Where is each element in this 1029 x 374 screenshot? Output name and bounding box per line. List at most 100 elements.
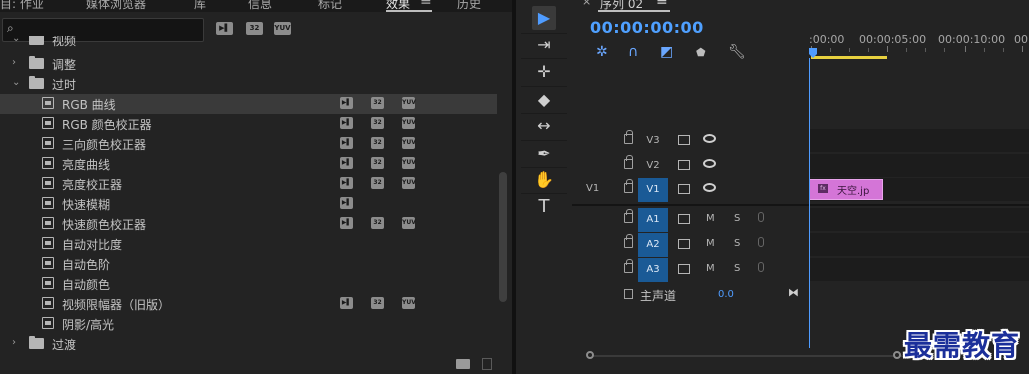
chevron-right-icon[interactable]: ›: [12, 337, 16, 348]
mute-button[interactable]: M: [706, 263, 715, 274]
mute-button[interactable]: M: [706, 238, 715, 249]
tree-folder-obsolete[interactable]: ⌄ 过时: [0, 74, 497, 94]
effect-item[interactable]: 自动颜色: [0, 274, 497, 294]
lock-icon[interactable]: [624, 234, 633, 248]
tree-folder-video[interactable]: ⌄ 视频: [0, 36, 497, 50]
chevron-down-icon[interactable]: ⌄: [12, 36, 20, 44]
effect-item[interactable]: 视频限幅器（旧版） ▶▌ 32 YUV: [0, 294, 497, 314]
tab-info[interactable]: 信息: [248, 0, 272, 12]
track-target-v1[interactable]: V1: [638, 178, 668, 202]
microphone-icon[interactable]: [758, 262, 764, 272]
go-to-end-icon[interactable]: ⧓: [788, 286, 799, 299]
effect-item[interactable]: 三向颜色校正器 ▶▌ 32 YUV: [0, 134, 497, 154]
nest-sequence-icon[interactable]: ✲: [596, 44, 608, 60]
snap-magnet-icon[interactable]: ∩: [628, 44, 638, 60]
tab-media-browser[interactable]: 媒体浏览器: [86, 0, 146, 12]
sync-lock-icon[interactable]: [678, 214, 690, 224]
lock-icon[interactable]: [624, 259, 633, 273]
microphone-icon[interactable]: [758, 212, 764, 222]
master-volume-value[interactable]: 0.0: [718, 289, 734, 300]
sync-lock-icon[interactable]: [678, 184, 690, 194]
solo-button[interactable]: S: [734, 238, 740, 249]
hamburger-icon[interactable]: ≡: [420, 0, 432, 9]
mute-button[interactable]: M: [706, 213, 715, 224]
tool-divider: [521, 58, 567, 59]
accelerated-effects-filter-icon[interactable]: ▶▌: [216, 22, 233, 35]
timecode-display[interactable]: 00:00:00:00: [590, 18, 704, 37]
timeline-zoom-scrollbar[interactable]: [590, 355, 902, 357]
effect-item[interactable]: RGB 颜色校正器 ▶▌ 32 YUV: [0, 114, 497, 134]
lock-icon[interactable]: [624, 289, 633, 299]
sync-lock-icon[interactable]: [678, 160, 690, 170]
tab-libraries[interactable]: 库: [194, 0, 206, 12]
track-target-a2[interactable]: A2: [638, 233, 668, 257]
zoom-handle-right[interactable]: [893, 351, 901, 359]
tab-history[interactable]: 历史: [457, 0, 481, 12]
effect-item[interactable]: 亮度校正器 ▶▌ 32 YUV: [0, 174, 497, 194]
lock-icon[interactable]: [624, 179, 633, 193]
source-patch-v1[interactable]: V1: [586, 183, 599, 194]
effect-item[interactable]: 阴影/高光: [0, 314, 497, 334]
linked-selection-icon[interactable]: ◩: [660, 44, 673, 60]
track-target-v3[interactable]: V3: [638, 129, 668, 153]
yuv-filter-button[interactable]: YUV: [274, 22, 291, 35]
selection-tool-icon[interactable]: ▶: [532, 6, 556, 30]
track-lane[interactable]: [809, 258, 1029, 281]
ripple-edit-icon[interactable]: ✛: [532, 60, 556, 84]
sync-lock-icon[interactable]: [678, 264, 690, 274]
effect-item[interactable]: 快速模糊 ▶▌: [0, 194, 497, 214]
lock-icon[interactable]: [624, 209, 633, 223]
tab-markers[interactable]: 标记: [318, 0, 342, 12]
track-lane[interactable]: [809, 208, 1029, 231]
eye-icon[interactable]: [703, 159, 716, 168]
fx-badge[interactable]: fx: [818, 184, 828, 193]
type-icon[interactable]: T: [532, 195, 556, 219]
tree-folder-transitions[interactable]: › 过渡: [0, 334, 497, 354]
zoom-handle-left[interactable]: [586, 351, 594, 359]
chevron-down-icon[interactable]: ⌄: [12, 77, 20, 88]
effect-item[interactable]: 快速颜色校正器 ▶▌ 32 YUV: [0, 214, 497, 234]
hamburger-icon[interactable]: ≡: [656, 0, 668, 9]
wrench-icon[interactable]: 🔧︎: [728, 44, 746, 60]
razor-icon[interactable]: ◆: [532, 88, 556, 112]
effect-label: 快速颜色校正器: [62, 218, 147, 232]
new-bin-icon[interactable]: [456, 359, 470, 369]
playhead-line[interactable]: [809, 58, 810, 348]
video-clip[interactable]: fx 天空.jp: [809, 179, 883, 200]
effect-item[interactable]: RGB 曲线 ▶▌ 32 YUV: [0, 94, 497, 114]
trash-icon[interactable]: [482, 358, 492, 370]
work-area-bar[interactable]: [811, 56, 887, 59]
track-lane[interactable]: [809, 129, 1029, 152]
chevron-right-icon[interactable]: ›: [12, 57, 16, 68]
lock-icon[interactable]: [624, 130, 633, 144]
solo-button[interactable]: S: [734, 213, 740, 224]
sync-lock-icon[interactable]: [678, 239, 690, 249]
lock-icon[interactable]: [624, 155, 633, 169]
microphone-icon[interactable]: [758, 237, 764, 247]
slip-icon[interactable]: ↔: [532, 114, 556, 138]
32bit-badge: 32: [371, 117, 384, 129]
track-target-v2[interactable]: V2: [638, 154, 668, 178]
track-lane[interactable]: [809, 233, 1029, 256]
eye-icon[interactable]: [703, 183, 716, 192]
tree-folder-adjust[interactable]: › 调整: [0, 54, 497, 74]
pen-icon[interactable]: ✒: [532, 142, 556, 166]
hand-icon[interactable]: ✋: [532, 168, 556, 192]
scrollbar-thumb[interactable]: [499, 172, 507, 302]
effects-panel: 目: 作业 媒体浏览器 库 信息 标记 效果 ≡ 历史 ⌕ ▶▌ 32 YUV …: [0, 0, 512, 374]
track-select-icon[interactable]: ⇥: [532, 33, 556, 57]
add-marker-icon[interactable]: ⬟: [696, 46, 706, 59]
eye-icon[interactable]: [703, 134, 716, 143]
effect-item[interactable]: 自动色阶: [0, 254, 497, 274]
sync-lock-icon[interactable]: [678, 135, 690, 145]
32bit-filter-button[interactable]: 32: [246, 22, 263, 35]
track-target-a3[interactable]: A3: [638, 258, 668, 282]
track-lane[interactable]: [809, 154, 1029, 177]
track-target-a1[interactable]: A1: [638, 208, 668, 232]
effect-item[interactable]: 亮度曲线 ▶▌ 32 YUV: [0, 154, 497, 174]
tab-project[interactable]: 目: 作业: [0, 0, 44, 12]
solo-button[interactable]: S: [734, 263, 740, 274]
video-audio-divider[interactable]: [572, 204, 1029, 206]
close-icon[interactable]: ×: [582, 0, 591, 8]
effect-item[interactable]: 自动对比度: [0, 234, 497, 254]
